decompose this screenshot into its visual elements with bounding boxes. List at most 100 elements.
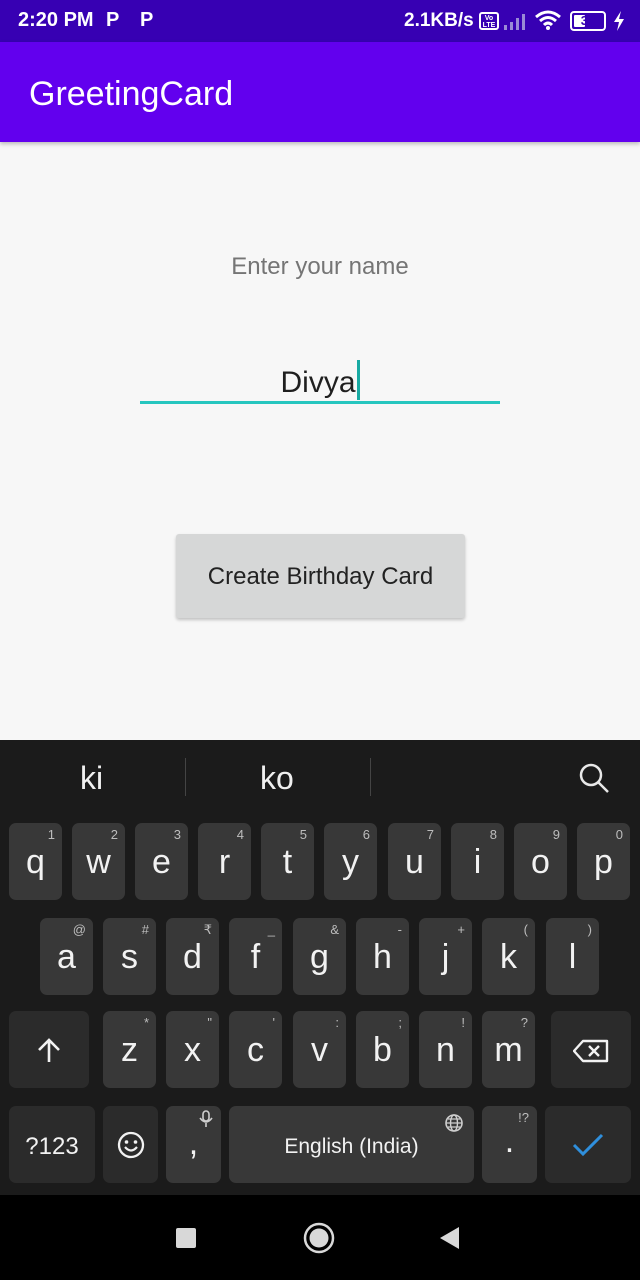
key-hint: 9 bbox=[552, 827, 560, 842]
create-birthday-card-button[interactable]: Create Birthday Card bbox=[176, 534, 465, 618]
text-cursor bbox=[356, 360, 360, 400]
key-j[interactable]: + j bbox=[419, 918, 472, 995]
shift-key[interactable] bbox=[9, 1011, 89, 1088]
key-label: q bbox=[26, 843, 45, 881]
key-hint: 2 bbox=[110, 827, 118, 842]
key-o[interactable]: 9o bbox=[514, 823, 567, 900]
key-s[interactable]: # s bbox=[103, 918, 156, 995]
name-input-text-wrap[interactable]: Divya bbox=[140, 360, 500, 400]
key-x[interactable]: " x bbox=[166, 1011, 219, 1088]
key-hint: ' bbox=[272, 1015, 275, 1030]
suggestion-1[interactable]: ki bbox=[80, 760, 103, 797]
recents-square-icon[interactable] bbox=[176, 1228, 196, 1248]
status-time: 2:20 PM bbox=[18, 9, 94, 31]
emoji-key[interactable] bbox=[103, 1106, 158, 1183]
suggestion-2[interactable]: ko bbox=[260, 760, 294, 797]
key-n[interactable]: ! n bbox=[419, 1011, 472, 1088]
battery-icon: 39 bbox=[570, 11, 606, 31]
enter-key[interactable] bbox=[545, 1106, 631, 1183]
key-f[interactable]: _ f bbox=[229, 918, 282, 995]
key-hint: 0 bbox=[615, 827, 623, 842]
name-prompt-label: Enter your name bbox=[231, 253, 409, 280]
key-label: s bbox=[121, 938, 138, 976]
symbols-key[interactable]: ?123 bbox=[9, 1106, 95, 1183]
charging-bolt-icon bbox=[614, 11, 624, 31]
back-triangle-icon[interactable] bbox=[438, 1226, 460, 1250]
suggestion-divider bbox=[370, 758, 371, 796]
soft-keyboard: ki ko 1q 2w 3e 4r 5t 6y 7u 8i 9o 0p @ a #… bbox=[0, 740, 640, 1195]
key-a[interactable]: @ a bbox=[40, 918, 93, 995]
name-input-field[interactable]: Divya bbox=[140, 352, 500, 404]
key-hint: 1 bbox=[47, 827, 55, 842]
shift-arrow-icon bbox=[38, 1038, 60, 1062]
key-q[interactable]: 1q bbox=[9, 823, 62, 900]
key-label: w bbox=[86, 843, 111, 881]
key-z[interactable]: * z bbox=[103, 1011, 156, 1088]
period-key[interactable]: !? . bbox=[482, 1106, 537, 1183]
key-hint: ! bbox=[461, 1015, 465, 1030]
status-bar: 2:20 PM P P 2.1KB/s Vo LTE 39 bbox=[0, 0, 640, 42]
key-c[interactable]: ' c bbox=[229, 1011, 282, 1088]
key-hint: 8 bbox=[489, 827, 497, 842]
key-h[interactable]: -h bbox=[356, 918, 409, 995]
comma-key-label: , bbox=[188, 1124, 199, 1162]
key-hint: * bbox=[143, 1015, 149, 1030]
key-u[interactable]: 7u bbox=[388, 823, 441, 900]
key-label: n bbox=[436, 1031, 455, 1069]
key-p[interactable]: 0p bbox=[577, 823, 630, 900]
key-label: z bbox=[121, 1031, 138, 1069]
key-label: m bbox=[494, 1031, 523, 1069]
key-hint: ? bbox=[520, 1015, 528, 1030]
key-hint: ) bbox=[587, 922, 592, 937]
key-label: v bbox=[311, 1031, 328, 1069]
name-input-value[interactable]: Divya bbox=[280, 366, 355, 399]
key-label: h bbox=[373, 938, 392, 976]
key-w[interactable]: 2w bbox=[72, 823, 125, 900]
suggestion-divider bbox=[185, 758, 186, 796]
key-e[interactable]: 3e bbox=[135, 823, 188, 900]
key-hint: 5 bbox=[299, 827, 307, 842]
space-key-label: English (India) bbox=[284, 1135, 419, 1158]
key-label: r bbox=[218, 843, 231, 881]
key-label: l bbox=[568, 938, 577, 976]
key-label: c bbox=[247, 1031, 264, 1069]
key-label: o bbox=[531, 843, 550, 881]
backspace-icon bbox=[573, 1039, 609, 1063]
key-label: a bbox=[57, 938, 76, 976]
key-i[interactable]: 8i bbox=[451, 823, 504, 900]
key-label: g bbox=[310, 938, 329, 976]
battery-percent: 39 bbox=[580, 13, 596, 28]
space-key[interactable]: English (India) bbox=[229, 1106, 474, 1183]
key-l[interactable]: ) l bbox=[546, 918, 599, 995]
home-circle-icon[interactable] bbox=[302, 1221, 336, 1255]
comma-key[interactable]: , bbox=[166, 1106, 221, 1183]
symbols-key-label: ?123 bbox=[25, 1133, 79, 1160]
key-label: t bbox=[282, 843, 293, 881]
signal-icon bbox=[504, 14, 525, 30]
key-k[interactable]: (k bbox=[482, 918, 535, 995]
key-hint: : bbox=[335, 1015, 339, 1030]
key-d[interactable]: ₹ d bbox=[166, 918, 219, 995]
navigation-bar bbox=[0, 1195, 640, 1280]
key-label: p bbox=[594, 843, 613, 881]
key-m[interactable]: ? m bbox=[482, 1011, 535, 1088]
key-hint: ₹ bbox=[203, 922, 212, 937]
key-hint: " bbox=[207, 1015, 212, 1030]
key-t[interactable]: 5t bbox=[261, 823, 314, 900]
key-r[interactable]: 4r bbox=[198, 823, 251, 900]
key-v[interactable]: :v bbox=[293, 1011, 346, 1088]
search-icon[interactable] bbox=[578, 762, 610, 794]
key-hint: _ bbox=[267, 922, 275, 937]
key-g[interactable]: & g bbox=[293, 918, 346, 995]
key-b[interactable]: ; b bbox=[356, 1011, 409, 1088]
checkmark-icon bbox=[572, 1133, 604, 1157]
backspace-key[interactable] bbox=[551, 1011, 631, 1088]
volte-icon: Vo LTE bbox=[479, 12, 499, 30]
network-speed: 2.1KB/s bbox=[404, 10, 474, 31]
app-title: GreetingCard bbox=[29, 75, 234, 113]
key-hint: + bbox=[457, 922, 465, 937]
key-hint: 4 bbox=[236, 827, 244, 842]
key-y[interactable]: 6y bbox=[324, 823, 377, 900]
key-label: i bbox=[473, 843, 482, 881]
emoji-icon bbox=[117, 1131, 145, 1159]
